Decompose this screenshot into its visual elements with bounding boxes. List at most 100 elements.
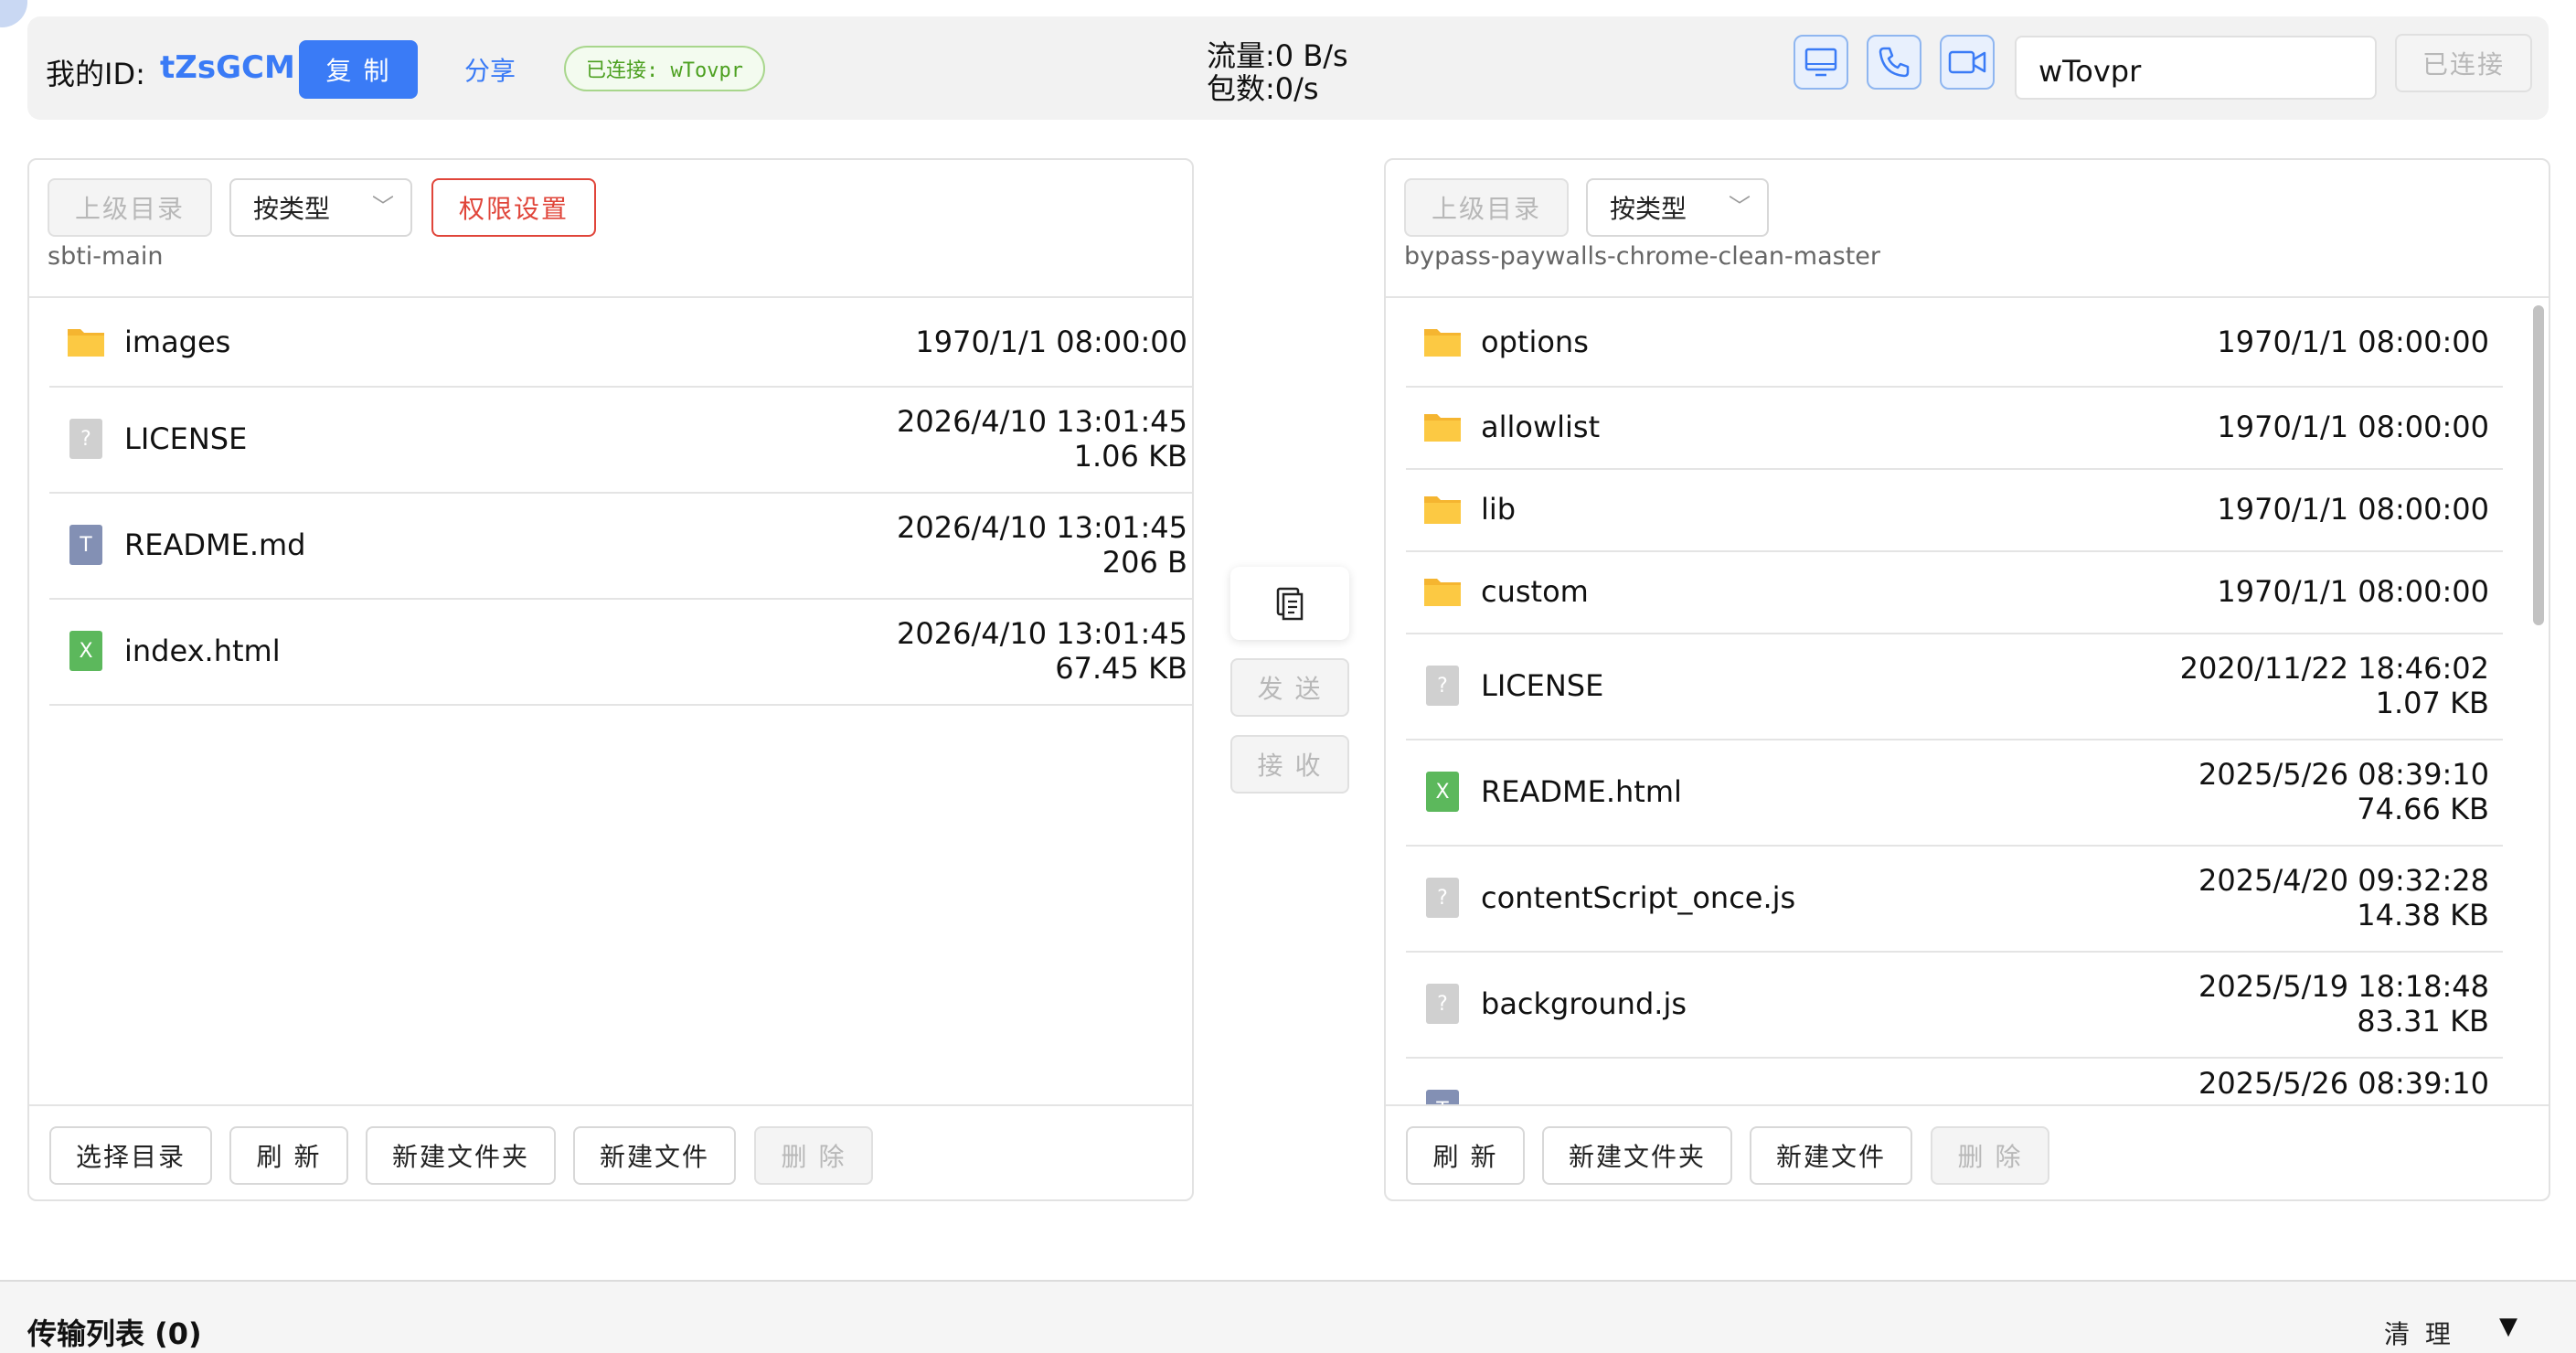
local-file-panel: 上级目录 按类型 ﹀ 权限设置 sbti-main images 1970/1/… — [27, 158, 1194, 1201]
file-meta: 2026/4/10 13:01:45 206 B — [897, 510, 1187, 580]
list-item[interactable]: T 2025/5/26 08:39:10 — [1406, 1057, 2503, 1104]
file-meta: 2025/5/26 08:39:10 74.66 KB — [2198, 757, 2489, 826]
html-file-icon: X — [1422, 772, 1463, 812]
file-date: 1970/1/1 08:00:00 — [915, 325, 1187, 359]
video-call-button[interactable] — [1940, 35, 1995, 90]
local-refresh-button[interactable]: 刷 新 — [229, 1126, 348, 1185]
packet-rate: 包数:0/s — [1207, 71, 1319, 106]
file-meta: 1970/1/1 08:00:00 — [2217, 492, 2489, 527]
remote-refresh-button[interactable]: 刷 新 — [1406, 1126, 1525, 1185]
file-size: 67.45 KB — [1055, 651, 1187, 686]
scrollbar[interactable] — [2528, 298, 2547, 1104]
file-meta: 1970/1/1 08:00:00 — [2217, 325, 2489, 359]
list-item[interactable]: options 1970/1/1 08:00:00 — [1406, 298, 2503, 388]
chevron-down-icon: ﹀ — [1729, 194, 1751, 219]
share-link[interactable]: 分享 — [464, 51, 516, 88]
local-new-folder-button[interactable]: 新建文件夹 — [366, 1126, 556, 1185]
list-item[interactable]: ? LICENSE 2020/11/22 18:46:02 1.07 KB — [1406, 633, 2503, 740]
scrollbar-thumb[interactable] — [2533, 305, 2544, 625]
unknown-file-icon: ? — [1422, 984, 1463, 1024]
file-date: 2025/5/26 08:39:10 — [2198, 757, 2489, 792]
list-item[interactable]: ? background.js 2025/5/19 18:18:48 83.31… — [1406, 951, 2503, 1059]
list-item[interactable]: ? LICENSE 2026/4/10 13:01:45 1.06 KB — [49, 386, 1192, 494]
html-file-icon: X — [66, 631, 106, 671]
file-date: 1970/1/1 08:00:00 — [2217, 325, 2489, 359]
copy-id-button[interactable]: 复 制 — [299, 40, 418, 99]
copy-path-button[interactable] — [1230, 567, 1349, 640]
list-item[interactable]: T README.md 2026/4/10 13:01:45 206 B — [49, 492, 1192, 600]
local-current-path: sbti-main — [48, 242, 164, 271]
file-size: 74.66 KB — [2357, 792, 2489, 826]
file-date: 1970/1/1 08:00:00 — [2217, 410, 2489, 444]
file-meta: 2026/4/10 13:01:45 67.45 KB — [897, 616, 1187, 686]
list-item[interactable]: ? contentScript_once.js 2025/4/20 09:32:… — [1406, 845, 2503, 953]
remote-file-list: options 1970/1/1 08:00:00 allowlist 1970… — [1386, 298, 2549, 1104]
list-item[interactable]: images 1970/1/1 08:00:00 — [49, 298, 1192, 388]
remote-sort-value: 按类型 — [1610, 194, 1687, 224]
file-meta: 2026/4/10 13:01:45 1.06 KB — [897, 404, 1187, 474]
monitor-icon — [1804, 48, 1837, 77]
file-meta: 1970/1/1 08:00:00 — [2217, 574, 2489, 609]
file-name: index.html — [124, 634, 281, 668]
local-parent-dir-button[interactable]: 上级目录 — [48, 178, 212, 237]
remote-sort-select[interactable]: 按类型 ﹀ — [1586, 178, 1769, 237]
select-directory-button[interactable]: 选择目录 — [49, 1126, 212, 1185]
file-name: LICENSE — [124, 421, 248, 456]
remote-new-file-button[interactable]: 新建文件 — [1750, 1126, 1912, 1185]
remote-parent-dir-button[interactable]: 上级目录 — [1404, 178, 1569, 237]
file-size: 14.38 KB — [2357, 898, 2489, 932]
receive-button[interactable]: 接 收 — [1230, 735, 1349, 794]
file-date: 2020/11/22 18:46:02 — [2179, 651, 2489, 686]
remote-id-input[interactable]: wTovpr — [2015, 36, 2377, 100]
clear-transfers-button[interactable]: 清 理 — [2384, 1315, 2454, 1351]
unknown-file-icon: ? — [66, 419, 106, 459]
copy-icon — [1276, 587, 1304, 621]
send-button[interactable]: 发 送 — [1230, 658, 1349, 717]
remote-delete-button[interactable]: 删 除 — [1931, 1126, 2049, 1185]
connected-status-tag: 已连接: wTovpr — [564, 46, 765, 91]
file-date: 2026/4/10 13:01:45 — [897, 404, 1187, 439]
file-date: 2026/4/10 13:01:45 — [897, 616, 1187, 651]
file-meta: 2025/5/19 18:18:48 83.31 KB — [2198, 969, 2489, 1039]
file-name: lib — [1481, 492, 1517, 527]
avatar — [0, 0, 27, 27]
folder-icon — [68, 329, 104, 357]
file-date: 1970/1/1 08:00:00 — [2217, 574, 2489, 609]
connection-bar: 我的ID: tZsGCM 复 制 分享 已连接: wTovpr 流量:0 B/s… — [27, 16, 2549, 120]
local-new-file-button[interactable]: 新建文件 — [573, 1126, 736, 1185]
file-name: images — [124, 325, 231, 359]
unknown-file-icon: ? — [1422, 666, 1463, 706]
voice-call-button[interactable] — [1867, 35, 1921, 90]
local-file-list: images 1970/1/1 08:00:00 ? LICENSE 2026/… — [29, 298, 1192, 1081]
connect-button[interactable]: 已连接 — [2395, 34, 2532, 92]
file-name: custom — [1481, 574, 1589, 609]
divider — [29, 1104, 1192, 1106]
file-meta: 2025/4/20 09:32:28 14.38 KB — [2198, 863, 2489, 932]
unknown-file-icon: ? — [1422, 878, 1463, 918]
list-item[interactable]: X README.html 2025/5/26 08:39:10 74.66 K… — [1406, 739, 2503, 847]
video-camera-icon — [1948, 50, 1986, 74]
local-delete-button[interactable]: 删 除 — [754, 1126, 873, 1185]
file-date: 2025/4/20 09:32:28 — [2198, 863, 2489, 898]
collapse-toggle-icon[interactable]: ▼ — [2499, 1313, 2517, 1340]
list-item[interactable]: allowlist 1970/1/1 08:00:00 — [1406, 386, 2503, 470]
chevron-down-icon: ﹀ — [372, 194, 394, 219]
permissions-button[interactable]: 权限设置 — [431, 178, 596, 237]
list-item[interactable]: lib 1970/1/1 08:00:00 — [1406, 468, 2503, 552]
file-size: 1.07 KB — [2375, 686, 2489, 720]
remote-new-folder-button[interactable]: 新建文件夹 — [1542, 1126, 1732, 1185]
file-name: background.js — [1481, 986, 1687, 1021]
file-date: 1970/1/1 08:00:00 — [2217, 492, 2489, 527]
local-sort-select[interactable]: 按类型 ﹀ — [229, 178, 412, 237]
divider — [1386, 1104, 2549, 1106]
phone-icon — [1879, 47, 1910, 78]
list-item[interactable]: X index.html 2026/4/10 13:01:45 67.45 KB — [49, 598, 1192, 706]
file-name: README.md — [124, 527, 306, 562]
folder-icon — [1424, 414, 1461, 442]
file-size: 1.06 KB — [1073, 439, 1187, 474]
file-meta: 2020/11/22 18:46:02 1.07 KB — [2180, 651, 2489, 720]
list-item[interactable]: custom 1970/1/1 08:00:00 — [1406, 550, 2503, 634]
file-name: allowlist — [1481, 410, 1601, 444]
file-meta: 1970/1/1 08:00:00 — [915, 325, 1187, 359]
desktop-share-button[interactable] — [1794, 35, 1848, 90]
